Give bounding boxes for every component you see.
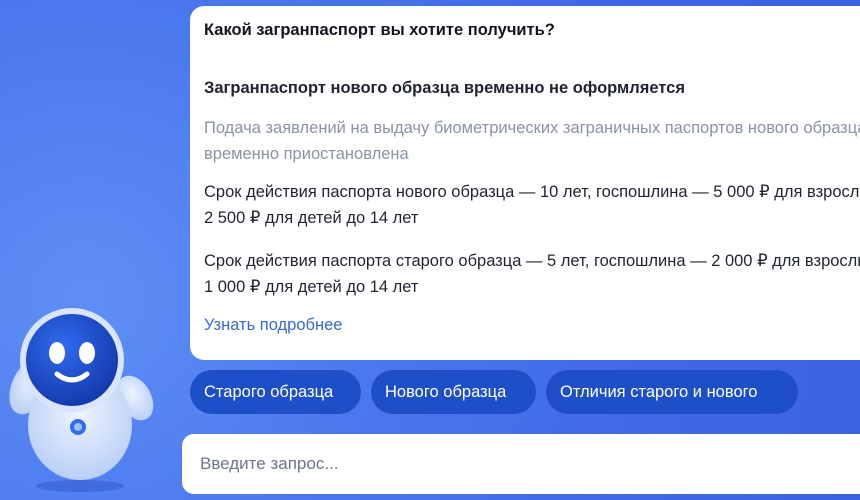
option-new-passport-button[interactable]: Нового образца: [371, 370, 536, 414]
assistant-message-card: Какой загранпаспорт вы хотите получить? …: [190, 6, 860, 360]
old-passport-info: Срок действия паспорта старого образца —…: [204, 252, 860, 296]
option-old-passport-button[interactable]: Старого образца: [190, 370, 361, 414]
notice-text: Подача заявлений на выдачу биометрически…: [204, 119, 860, 163]
learn-more-link[interactable]: Узнать подробнее: [204, 316, 342, 335]
new-passport-info: Срок действия паспорта нового образца — …: [204, 183, 860, 227]
quick-reply-options: Старого образца Нового образца Отличия с…: [190, 370, 798, 414]
option-differences-button[interactable]: Отличия старого и нового: [546, 370, 798, 414]
assistant-robot-icon: [0, 300, 180, 500]
query-input-container: [182, 434, 860, 494]
notice-title: Загранпаспорт нового образца временно не…: [204, 79, 685, 97]
message-question: Какой загранпаспорт вы хотите получить?: [204, 21, 555, 39]
query-input[interactable]: [198, 453, 860, 475]
